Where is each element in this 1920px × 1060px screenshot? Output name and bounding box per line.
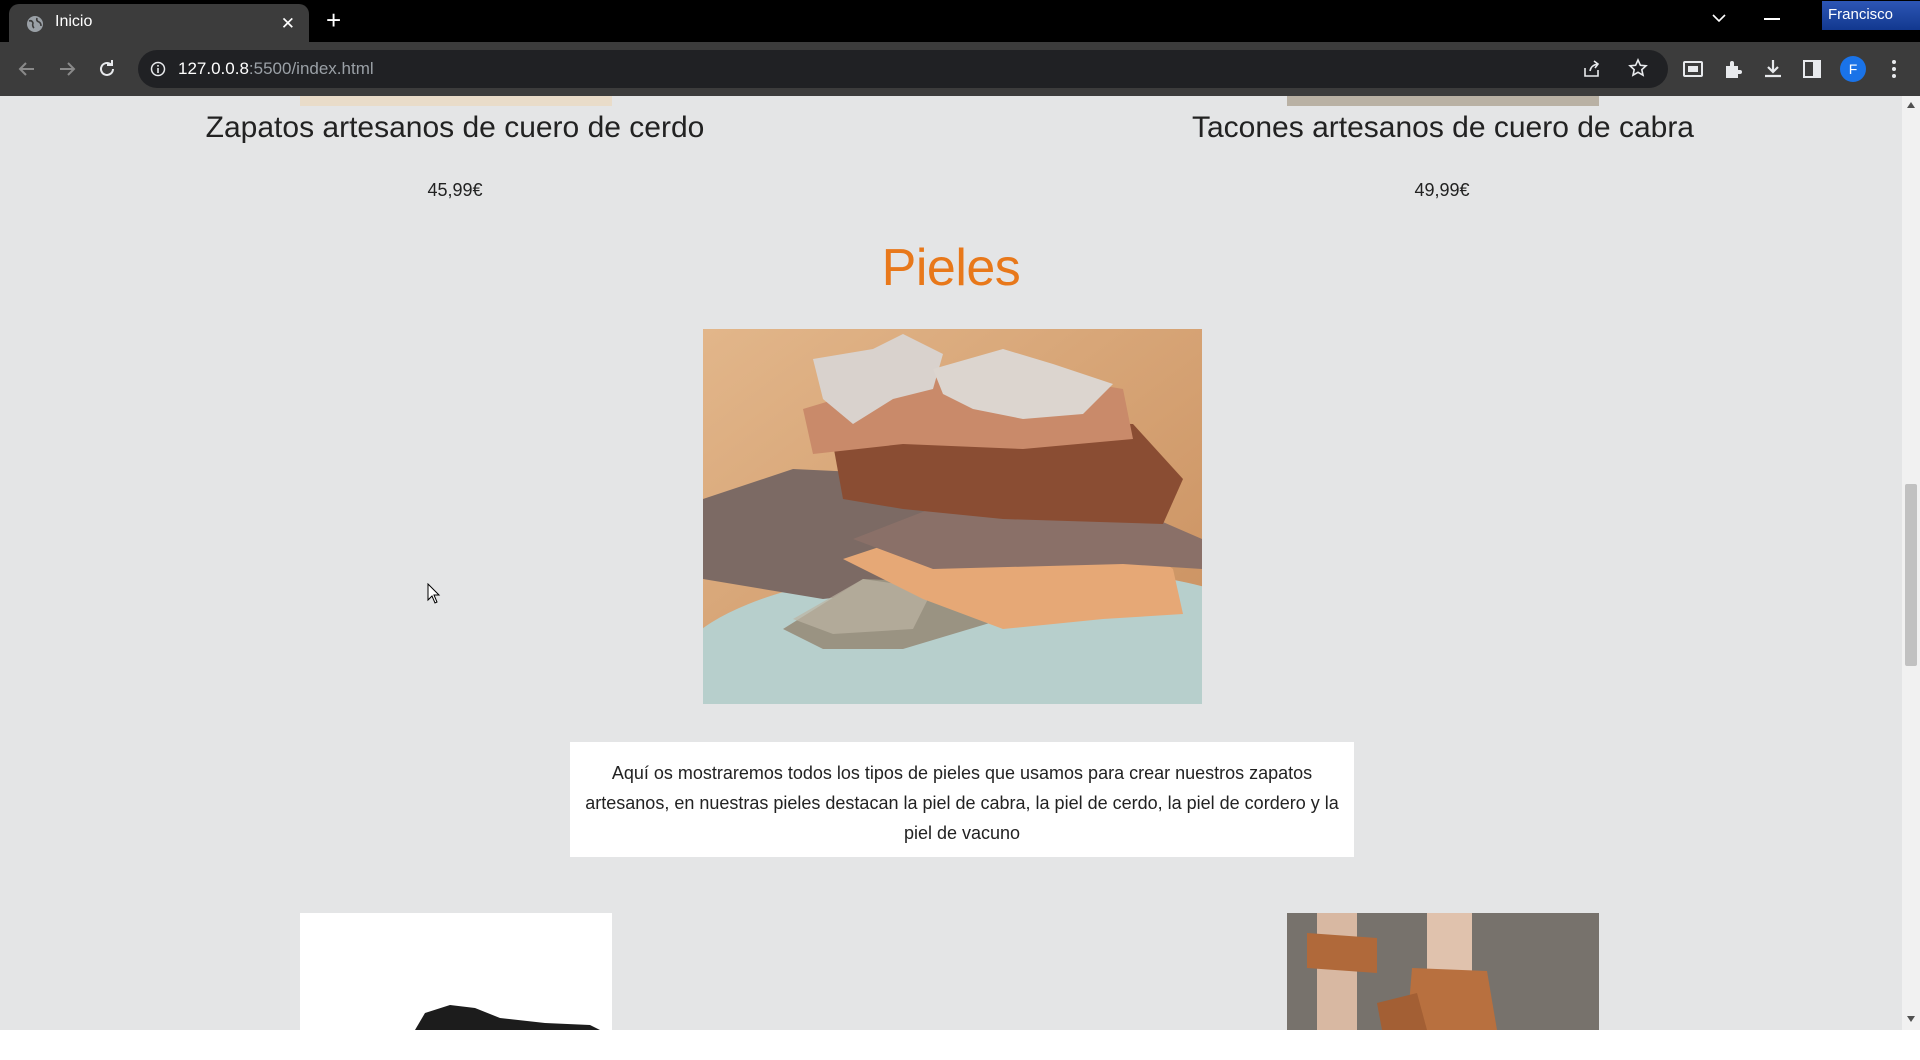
forward-icon[interactable] (55, 57, 79, 81)
close-icon[interactable]: ✕ (281, 14, 295, 34)
media-icon[interactable] (1681, 57, 1705, 81)
product-price: 45,99€ (427, 180, 483, 200)
leather-hides-image (703, 329, 1202, 704)
tab-strip: Inicio ✕ + Francisco (0, 0, 1920, 42)
cursor-icon (427, 583, 441, 604)
address-bar[interactable]: 127.0.0.8:5500/index.html (138, 50, 1668, 88)
info-icon[interactable] (150, 61, 166, 77)
avatar[interactable]: F (1840, 56, 1866, 82)
star-icon[interactable] (1628, 58, 1648, 78)
back-icon[interactable] (15, 57, 39, 81)
url-text: 127.0.0.8:5500/index.html (178, 59, 374, 78)
sandal-image (1287, 913, 1599, 1030)
sidepanel-icon[interactable] (1800, 57, 1824, 81)
product-title: Tacones artesanos de cuero de cabra (1192, 111, 1694, 144)
product-title: Zapatos artesanos de cuero de cerdo (205, 111, 705, 144)
window-bottom-edge (0, 1030, 1920, 1060)
scroll-down-arrow[interactable] (1907, 1016, 1915, 1022)
scrollbar-thumb[interactable] (1905, 484, 1917, 666)
scroll-up-arrow[interactable] (1907, 102, 1915, 108)
share-icon[interactable] (1582, 59, 1602, 79)
section-title: Pieles (881, 239, 1021, 297)
vertical-scrollbar[interactable] (1902, 96, 1920, 1030)
product-image (300, 96, 612, 106)
plus-icon[interactable]: + (326, 6, 341, 34)
minimize-icon[interactable] (1764, 18, 1780, 20)
download-icon[interactable] (1761, 57, 1785, 81)
extensions-icon[interactable] (1721, 57, 1745, 81)
browser-toolbar: 127.0.0.8:5500/index.html F (0, 42, 1920, 96)
menu-icon[interactable] (1882, 57, 1906, 81)
chevron-down-icon[interactable] (1710, 9, 1728, 27)
product-image (1287, 913, 1599, 1030)
profile-name-button[interactable]: Francisco (1822, 1, 1920, 30)
product-image (1287, 96, 1599, 106)
shoe-image (415, 1005, 600, 1030)
page-content: Zapatos artesanos de cuero de cerdo 45,9… (0, 96, 1902, 1030)
reload-icon[interactable] (95, 57, 119, 81)
tab-title: Inicio (55, 13, 93, 30)
browser-tab[interactable]: Inicio ✕ (9, 4, 309, 42)
product-image (300, 913, 612, 1030)
globe-icon (27, 16, 43, 32)
section-description: Aquí os mostraremos todos los tipos de p… (570, 742, 1354, 857)
product-price: 49,99€ (1414, 180, 1470, 200)
